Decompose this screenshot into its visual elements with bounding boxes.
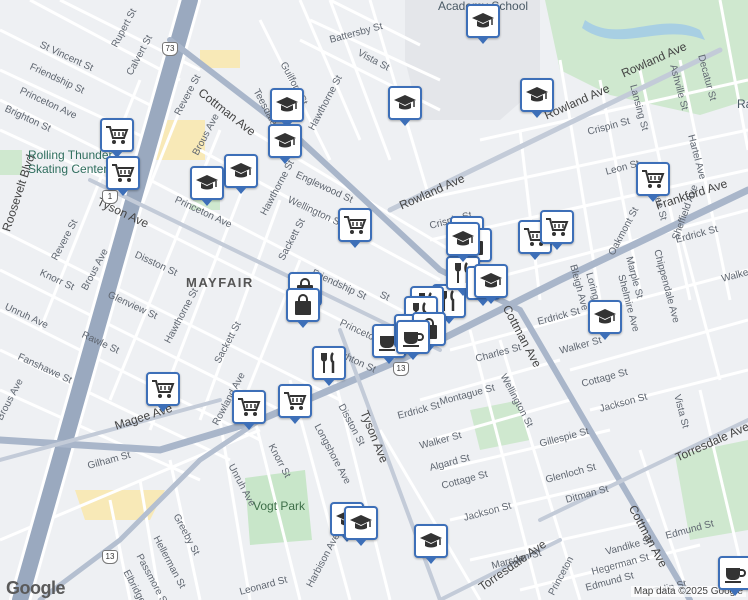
- shopping-cart-icon: [152, 380, 175, 398]
- school-marker[interactable]: [268, 124, 302, 164]
- shopping-cart-icon: [344, 216, 367, 234]
- route-shield-13: 13: [102, 550, 118, 564]
- shopping-cart-icon: [238, 398, 261, 416]
- school-marker[interactable]: [270, 88, 304, 128]
- school-marker[interactable]: [190, 166, 224, 206]
- cafe-icon: [403, 332, 424, 347]
- school-marker[interactable]: [224, 154, 258, 194]
- school-marker[interactable]: [466, 4, 500, 44]
- cafe-icon: [725, 568, 746, 583]
- shopping-cart-marker[interactable]: [106, 156, 140, 196]
- shopping-cart-marker[interactable]: [278, 384, 312, 424]
- school-icon: [230, 163, 252, 178]
- school-marker[interactable]: [474, 264, 508, 304]
- cafe-marker[interactable]: [396, 320, 430, 360]
- shopping-cart-marker[interactable]: [100, 118, 134, 158]
- school-marker[interactable]: [520, 78, 554, 118]
- shopping-cart-icon: [284, 392, 307, 410]
- neighborhood-label: MAYFAIR: [186, 275, 254, 290]
- school-marker[interactable]: [414, 524, 448, 564]
- shopping-cart-icon: [106, 126, 129, 144]
- school-icon: [276, 97, 298, 112]
- shopping-cart-icon: [642, 170, 665, 188]
- cafe-marker[interactable]: [718, 556, 748, 596]
- route-shield-13: 13: [393, 362, 409, 376]
- shopping-cart-marker[interactable]: [338, 208, 372, 248]
- shopping-bag-marker[interactable]: [286, 288, 320, 328]
- school-icon: [394, 95, 416, 110]
- school-icon: [526, 87, 548, 102]
- school-marker[interactable]: [344, 506, 378, 546]
- school-icon: [350, 515, 372, 530]
- shopping-cart-icon: [112, 164, 135, 182]
- shopping-cart-marker[interactable]: [232, 390, 266, 430]
- school-icon: [274, 133, 296, 148]
- restaurant-marker[interactable]: [312, 346, 346, 386]
- route-shield-1: 1: [102, 190, 118, 204]
- school-marker[interactable]: [446, 222, 480, 262]
- school-marker[interactable]: [588, 300, 622, 340]
- poi-label[interactable]: Ra: [737, 98, 748, 110]
- park-label[interactable]: Vogt Park: [253, 500, 305, 512]
- school-icon: [480, 273, 502, 288]
- school-marker[interactable]: [388, 86, 422, 126]
- restaurant-icon: [321, 352, 335, 373]
- shopping-bag-icon: [295, 294, 311, 315]
- shopping-cart-marker[interactable]: [540, 210, 574, 250]
- shopping-cart-icon: [546, 218, 569, 236]
- school-icon: [594, 309, 616, 324]
- shopping-cart-marker[interactable]: [636, 162, 670, 202]
- route-shield-73: 73: [162, 42, 178, 56]
- map-canvas[interactable]: St Vincent St Rupert St Calvert St Frien…: [0, 0, 748, 600]
- magee-ave: [0, 398, 222, 462]
- school-icon: [472, 13, 494, 28]
- google-logo: Google: [6, 578, 66, 598]
- school-icon: [420, 533, 442, 548]
- school-icon: [196, 175, 218, 190]
- school-icon: [452, 231, 474, 246]
- shopping-cart-marker[interactable]: [146, 372, 180, 412]
